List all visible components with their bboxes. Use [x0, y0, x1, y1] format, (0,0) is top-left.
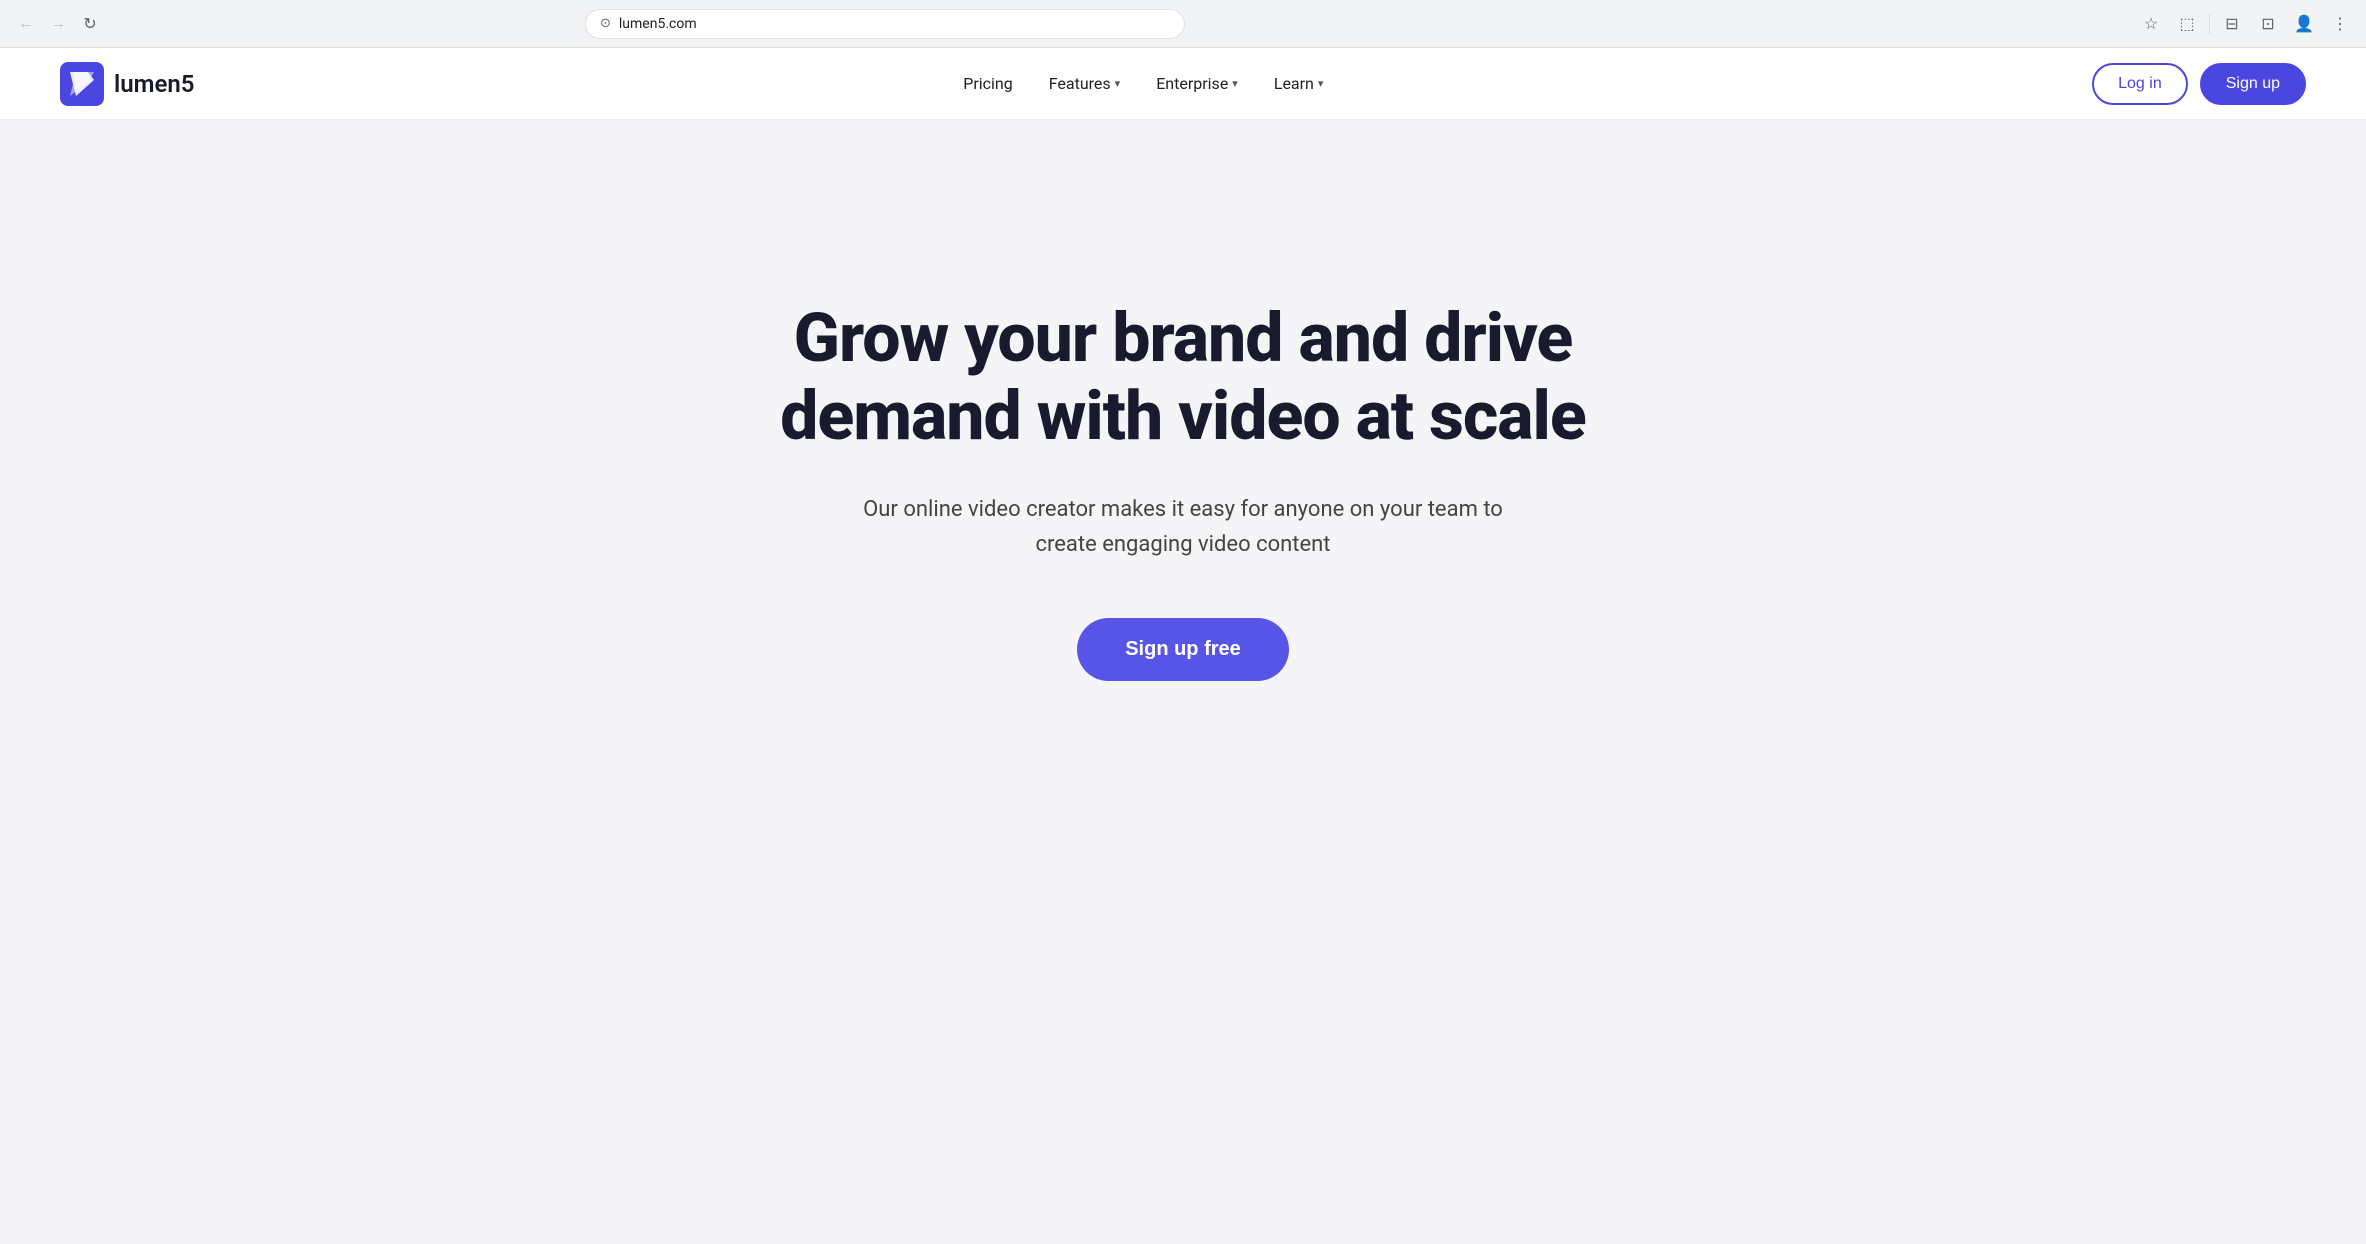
nav-buttons: Log in Sign up [2092, 63, 2306, 105]
nav-links: Pricing Features ▾ Enterprise ▾ Learn ▾ [963, 74, 1323, 93]
logo-text: lumen5 [114, 70, 195, 98]
hero-title: Grow your brand and drive demand with vi… [733, 299, 1633, 455]
back-button[interactable]: ← [12, 10, 40, 38]
hero-subtitle: Our online video creator makes it easy f… [863, 492, 1503, 562]
browser-actions: ☆ ⬚ ⊟ ⊡ 👤 ⋮ [2137, 10, 2354, 38]
chevron-down-icon: ▾ [1232, 77, 1238, 90]
url-display: lumen5.com [619, 16, 1170, 32]
bookmark-button[interactable]: ☆ [2137, 10, 2165, 38]
reload-button[interactable]: ↻ [76, 10, 104, 38]
browser-chrome: ← → ↻ ⊙ lumen5.com ☆ ⬚ ⊟ ⊡ 👤 ⋮ [0, 0, 2366, 48]
nav-link-enterprise[interactable]: Enterprise ▾ [1156, 74, 1238, 93]
navbar: lumen5 Pricing Features ▾ Enterprise ▾ L… [0, 48, 2366, 120]
profile-button[interactable]: 👤 [2290, 10, 2318, 38]
hero-section: Grow your brand and drive demand with vi… [0, 120, 2366, 820]
nav-link-pricing[interactable]: Pricing [963, 74, 1013, 93]
divider [2209, 14, 2210, 34]
logo-link[interactable]: lumen5 [60, 62, 195, 106]
browser-nav-buttons: ← → ↻ [12, 10, 104, 38]
security-icon: ⊙ [600, 16, 611, 31]
chevron-down-icon: ▾ [1318, 77, 1324, 90]
forward-button[interactable]: → [44, 10, 72, 38]
menu-button[interactable]: ⋮ [2326, 10, 2354, 38]
extension-button[interactable]: ⬚ [2173, 10, 2201, 38]
cta-button[interactable]: Sign up free [1077, 618, 1289, 681]
logo-icon [60, 62, 104, 106]
login-button[interactable]: Log in [2092, 63, 2188, 105]
chevron-down-icon: ▾ [1115, 77, 1121, 90]
signup-button[interactable]: Sign up [2200, 63, 2306, 105]
sidebar-button[interactable]: ⊡ [2254, 10, 2282, 38]
nav-link-learn[interactable]: Learn ▾ [1274, 74, 1324, 93]
address-bar[interactable]: ⊙ lumen5.com [585, 9, 1185, 39]
media-button[interactable]: ⊟ [2218, 10, 2246, 38]
website: lumen5 Pricing Features ▾ Enterprise ▾ L… [0, 48, 2366, 1244]
nav-link-features[interactable]: Features ▾ [1049, 74, 1120, 93]
